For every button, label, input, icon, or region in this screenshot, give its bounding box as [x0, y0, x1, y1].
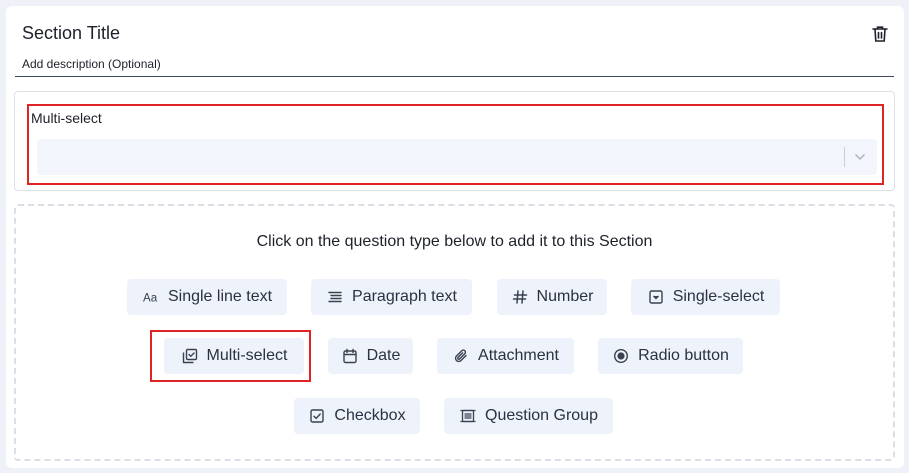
multi-select-highlight-box — [150, 330, 311, 382]
add-radio-button-button[interactable]: Radio button — [598, 338, 743, 374]
chip-label: Number — [536, 288, 594, 305]
paragraph-lines-icon — [326, 288, 344, 306]
paperclip-icon — [452, 347, 470, 365]
chip-label: Radio button — [638, 347, 729, 364]
checkbox-icon — [308, 407, 326, 425]
question-highlight-box — [27, 104, 884, 185]
section-title[interactable]: Section Title — [22, 23, 120, 44]
add-question-group-button[interactable]: Question Group — [444, 398, 613, 434]
radio-icon — [612, 347, 630, 365]
chip-label: Single-select — [672, 288, 765, 305]
dropdown-box-icon — [647, 288, 665, 306]
add-checkbox-button[interactable]: Checkbox — [294, 398, 420, 434]
add-date-button[interactable]: Date — [328, 338, 413, 374]
add-single-select-button[interactable]: Single-select — [631, 279, 780, 315]
hash-icon — [511, 288, 529, 306]
calendar-icon — [341, 347, 359, 365]
chip-label: Question Group — [485, 407, 598, 424]
text-aa-icon: Aa — [142, 288, 160, 306]
chip-label: Date — [366, 347, 401, 364]
chip-label: Single line text — [167, 288, 273, 305]
trash-icon[interactable] — [870, 24, 890, 44]
chip-label: Attachment — [478, 347, 559, 364]
add-single-line-text-button[interactable]: Aa Single line text — [127, 279, 287, 315]
svg-text:Aa: Aa — [143, 292, 158, 304]
description-field[interactable]: Add description (Optional) — [22, 57, 161, 71]
drop-zone-instruction: Click on the question type below to add … — [256, 233, 653, 250]
chip-label: Checkbox — [334, 407, 406, 424]
add-attachment-button[interactable]: Attachment — [437, 338, 574, 374]
description-underline — [15, 76, 894, 77]
add-number-button[interactable]: Number — [497, 279, 607, 315]
add-paragraph-text-button[interactable]: Paragraph text — [311, 279, 472, 315]
question-group-icon — [459, 407, 477, 425]
chip-label: Paragraph text — [352, 288, 457, 305]
